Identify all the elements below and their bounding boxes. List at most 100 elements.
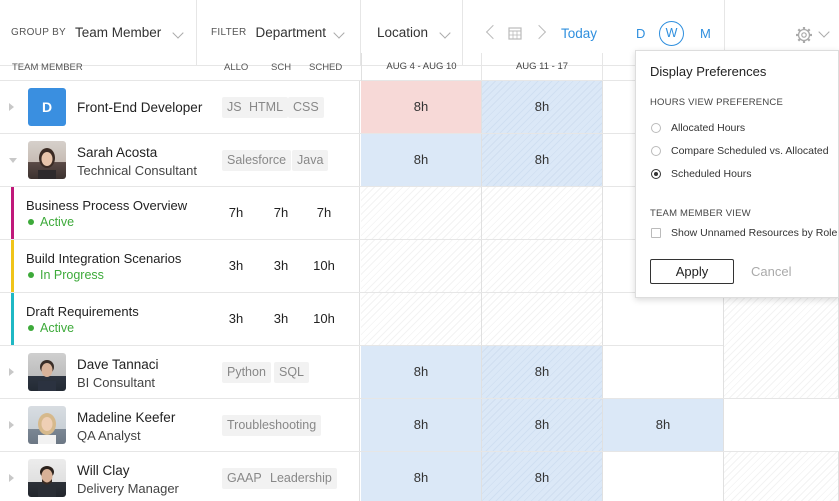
schedule-cell[interactable]: 8h <box>482 452 603 501</box>
row-info: Madeline Keefer QA Analyst Troubleshooti… <box>0 399 360 451</box>
apply-button[interactable]: Apply <box>650 259 734 284</box>
week-header: AUG 11 - 17 <box>482 53 603 81</box>
schedule-cell[interactable]: 8h <box>482 134 603 186</box>
task-status-text: In Progress <box>40 268 104 282</box>
avatar <box>28 353 66 391</box>
calendar-icon[interactable] <box>508 26 522 40</box>
schedule-cell[interactable] <box>361 240 482 292</box>
skill-tag: HTML <box>244 97 289 118</box>
avatar <box>28 141 66 179</box>
person-role: Delivery Manager <box>77 481 179 496</box>
show-unnamed-checkbox[interactable] <box>651 228 661 238</box>
expand-icon[interactable] <box>9 103 14 111</box>
sched-value: 10h <box>313 258 335 273</box>
task-name: Business Process Overview <box>26 198 188 213</box>
view-month-button[interactable]: M <box>700 26 711 41</box>
skill-tag: SQL <box>274 362 310 383</box>
row-info: D Front-End Developer JS HTML CSS <box>0 81 360 133</box>
schedule-cell[interactable] <box>482 293 603 345</box>
row-info: Dave Tannaci BI Consultant Python SQL <box>0 346 360 398</box>
person-role: BI Consultant <box>77 375 156 390</box>
schedule-cell[interactable] <box>603 346 724 398</box>
schedule-cell[interactable] <box>603 452 724 501</box>
skill-tag: Troubleshooting <box>222 415 322 436</box>
skill-tag: Leadership <box>265 468 337 489</box>
skill-tag: JS <box>222 97 247 118</box>
sched-header[interactable]: SCHED <box>309 62 342 73</box>
schedule-cell[interactable]: 8h <box>361 399 482 451</box>
radio-compare-scheduled[interactable] <box>651 146 661 156</box>
hours-view-section-label: HOURS VIEW PREFERENCE <box>650 97 783 108</box>
group-by-label: GROUP BY <box>11 27 67 38</box>
allo-value: 7h <box>228 205 244 220</box>
sched-value: 10h <box>313 311 335 326</box>
avatar <box>28 406 66 444</box>
display-preferences-popover: Display Preferences HOURS VIEW PREFERENC… <box>635 50 839 298</box>
radio-allocated-hours[interactable] <box>651 123 661 133</box>
radio-label[interactable]: Compare Scheduled vs. Allocated <box>671 145 829 157</box>
task-status: Active <box>28 321 74 335</box>
schedule-cell[interactable]: 8h <box>361 346 482 398</box>
person-name: Will Clay <box>77 463 130 478</box>
task-name: Draft Requirements <box>26 304 139 319</box>
filter-label: FILTER <box>211 27 247 38</box>
collapse-icon[interactable] <box>9 158 17 163</box>
chevron-down-icon <box>172 27 184 39</box>
sch-header[interactable]: SCH <box>271 62 291 73</box>
task-name: Build Integration Scenarios <box>26 251 182 266</box>
filter-value: Department <box>255 25 327 40</box>
avatar <box>28 459 66 497</box>
schedule-cell[interactable] <box>361 187 482 239</box>
schedule-cell[interactable]: 8h <box>482 81 603 133</box>
task-color-bar <box>11 240 14 292</box>
schedule-cell[interactable] <box>724 452 839 501</box>
row-info: Build Integration Scenarios In Progress … <box>0 240 360 292</box>
checkbox-label[interactable]: Show Unnamed Resources by Role <box>671 227 837 239</box>
table-row[interactable]: Madeline Keefer QA Analyst Troubleshooti… <box>0 399 839 452</box>
schedule-cell[interactable] <box>361 293 482 345</box>
skill-tag: Salesforce <box>222 150 292 171</box>
person-name: Sarah Acosta <box>77 145 158 160</box>
task-color-bar <box>11 293 14 345</box>
view-week-button[interactable]: W <box>659 21 684 46</box>
week-header: AUG 4 - AUG 10 <box>361 53 482 81</box>
gear-icon[interactable] <box>795 26 813 44</box>
expand-icon[interactable] <box>9 368 14 376</box>
person-role: Technical Consultant <box>77 163 197 178</box>
sch-value: 7h <box>273 205 289 220</box>
week-column <box>724 298 839 398</box>
table-row[interactable]: Dave Tannaci BI Consultant Python SQL 8h… <box>0 346 839 399</box>
expand-icon[interactable] <box>9 421 14 429</box>
status-dot-icon <box>28 325 34 331</box>
row-info: Sarah Acosta Technical Consultant Salesf… <box>0 134 360 186</box>
radio-label[interactable]: Scheduled Hours <box>671 168 752 180</box>
status-dot-icon <box>28 219 34 225</box>
schedule-cell[interactable]: 8h <box>482 399 603 451</box>
person-name: Madeline Keefer <box>77 410 176 425</box>
row-info: Business Process Overview Active 7h 7h 7… <box>0 187 360 239</box>
task-status: Active <box>28 215 74 229</box>
expand-icon[interactable] <box>9 474 14 482</box>
schedule-cell[interactable] <box>482 187 603 239</box>
schedule-cell[interactable]: 8h <box>482 346 603 398</box>
today-button[interactable]: Today <box>561 26 597 41</box>
cancel-button[interactable]: Cancel <box>751 264 791 279</box>
team-member-header[interactable]: TEAM MEMBER <box>12 62 83 73</box>
table-row[interactable]: Will Clay Delivery Manager GAAP Leadersh… <box>0 452 839 501</box>
schedule-cell[interactable]: 8h <box>603 399 724 451</box>
radio-label[interactable]: Allocated Hours <box>671 122 745 134</box>
row-info: Will Clay Delivery Manager GAAP Leadersh… <box>0 452 360 501</box>
schedule-cell[interactable]: 8h <box>361 452 482 501</box>
sch-value: 3h <box>273 311 289 326</box>
schedule-cell[interactable] <box>482 240 603 292</box>
schedule-cell[interactable]: 8h <box>361 81 482 133</box>
avatar: D <box>28 88 66 126</box>
allo-header[interactable]: ALLO <box>224 62 248 73</box>
sch-value: 3h <box>273 258 289 273</box>
allo-value: 3h <box>228 258 244 273</box>
schedule-cell[interactable]: 8h <box>361 134 482 186</box>
view-day-button[interactable]: D <box>636 26 645 41</box>
skill-tag: Python <box>222 362 271 383</box>
task-status: In Progress <box>28 268 104 282</box>
radio-scheduled-hours[interactable] <box>651 169 661 179</box>
